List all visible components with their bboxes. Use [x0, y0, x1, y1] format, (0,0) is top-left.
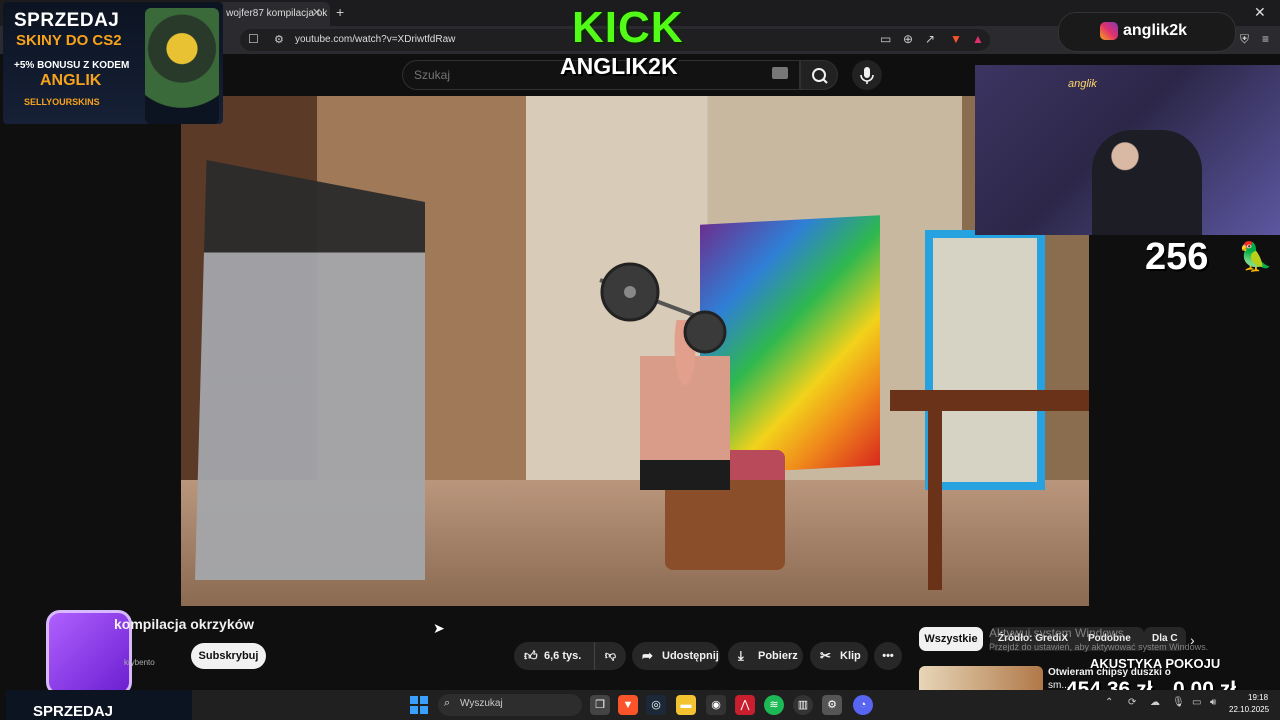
bookmark-icon[interactable]: ☐ [248, 32, 259, 46]
url-text[interactable]: youtube.com/watch?v=XDriwtfdRaw [295, 34, 455, 45]
parrot-icon: 🦜 [1238, 241, 1273, 272]
task-view-icon[interactable]: ❐ [590, 695, 610, 715]
clock-time[interactable]: 19:18 [1248, 693, 1268, 702]
tray-chevron-icon[interactable]: ⌃ [1105, 697, 1113, 708]
instagram-icon [1100, 22, 1118, 40]
network-icon[interactable]: ▭ [1192, 697, 1201, 708]
thumbs-up-icon: 👍︎ [524, 648, 538, 663]
file-explorer-icon[interactable]: ▬ [676, 695, 696, 715]
windows-activation-subtitle: Przejdź do ustawień, aby aktywować syste… [989, 642, 1209, 652]
search-input[interactable] [414, 68, 554, 82]
chip-all[interactable]: Wszystkie [919, 627, 983, 651]
video-scene-weight-bench [195, 160, 425, 580]
kick-logo: KICK [572, 3, 684, 52]
tab-close-icon[interactable]: ✕ [312, 6, 321, 19]
share-page-icon[interactable]: ↗ [925, 32, 935, 46]
webcam-streamer [1092, 130, 1202, 235]
clock-date[interactable]: 22.10.2025 [1229, 705, 1269, 714]
thumbs-down-icon: 👎︎ [604, 650, 617, 662]
vpn-icon[interactable]: ⛨ [1240, 32, 1249, 47]
discord-icon[interactable]: ◔ [853, 695, 873, 715]
viewer-count: 256 [1145, 236, 1209, 278]
site-info-icon[interactable]: ⚙ [274, 33, 284, 46]
tray-cloud-icon[interactable]: ☁ [1150, 697, 1160, 708]
volume-icon[interactable]: 🔊︎ [1210, 697, 1216, 708]
promo-line-1: SPRZEDAJ [14, 10, 120, 31]
menu-icon[interactable]: ≡ [1262, 32, 1269, 46]
voice-search-button[interactable] [852, 60, 882, 90]
download-icon: ⤓ [738, 648, 744, 663]
promo-code: ANGLIK [40, 72, 102, 89]
search-icon [812, 68, 828, 84]
instagram-handle: anglik2k [1123, 22, 1188, 39]
webcam-neon-sign: anglik [1068, 78, 1097, 90]
video-scene-barbell [599, 262, 727, 354]
promo-bottom-text: SPRZEDAJ [33, 703, 114, 720]
mic-icon [860, 67, 874, 84]
clip-label: Klip [840, 650, 861, 662]
share-label: Udostępnij [662, 650, 719, 662]
clip-button[interactable]: ✂ Klip [810, 642, 868, 670]
app-icon-circle[interactable]: ◉ [706, 695, 726, 715]
video-scene-table [890, 390, 1089, 600]
settings-icon[interactable]: ⚙ [822, 695, 842, 715]
share-button[interactable]: ➦ Udostępnij [632, 642, 720, 670]
taskbar-search-label[interactable]: Wyszukaj [460, 698, 503, 709]
promo-line-3: +5% BONUSU Z KODEM [14, 60, 130, 71]
promo-brand: SELLYOURSKINS [24, 97, 100, 107]
share-icon: ➦ [642, 648, 653, 663]
like-button[interactable]: 👍︎ 6,6 tys. [514, 642, 594, 670]
brave-shield-icon[interactable]: ▼ [950, 32, 962, 46]
tray-app-icon[interactable]: ⟳ [1128, 697, 1136, 708]
channel-name[interactable]: krybento [124, 658, 155, 667]
window-close-button[interactable]: ✕ [1254, 4, 1266, 21]
brave-rewards-icon[interactable]: ▲ [972, 32, 984, 46]
keyboard-icon[interactable] [772, 67, 788, 79]
download-label: Pobierz [758, 650, 798, 662]
microphone-icon[interactable]: 🎙︎ [1172, 697, 1185, 708]
app-icon-red[interactable]: ⋀ [735, 695, 755, 715]
search-icon: ⌕ [444, 697, 451, 709]
like-count: 6,6 tys. [544, 650, 582, 662]
download-button[interactable]: ⤓ Pobierz [728, 642, 803, 670]
dislike-button[interactable]: 👎︎ [594, 642, 626, 670]
promo-line-2: SKINY DO CS2 [16, 32, 122, 49]
zoom-icon[interactable]: ⊕ [903, 32, 913, 46]
windows-start-icon[interactable] [410, 696, 428, 714]
brave-browser-icon[interactable]: ▼ [618, 695, 638, 715]
promo-character-image [145, 8, 219, 124]
mouse-cursor-icon: ➤ [433, 620, 445, 636]
acoustic-goal-label: AKUSTYKA POKOJU [1090, 656, 1221, 671]
streamer-name: ANGLIK2K [560, 53, 678, 79]
app-icon-bars[interactable]: ▥ [793, 695, 813, 715]
search-button[interactable] [800, 60, 838, 90]
cast-icon[interactable]: ▭ [880, 32, 891, 46]
spotify-icon[interactable]: ≋ [764, 695, 784, 715]
steam-icon[interactable]: ◎ [646, 695, 666, 715]
subscribe-button[interactable]: Subskrybuj [191, 643, 266, 669]
video-title: kompilacja okrzyków [114, 616, 255, 632]
video-scene-table-leg [928, 410, 942, 590]
scissors-icon: ✂ [820, 648, 831, 663]
new-tab-button[interactable]: + [336, 4, 344, 20]
windows-activation-title: Aktywuj system Windows [989, 626, 1124, 640]
more-actions-button[interactable]: ••• [874, 642, 902, 670]
